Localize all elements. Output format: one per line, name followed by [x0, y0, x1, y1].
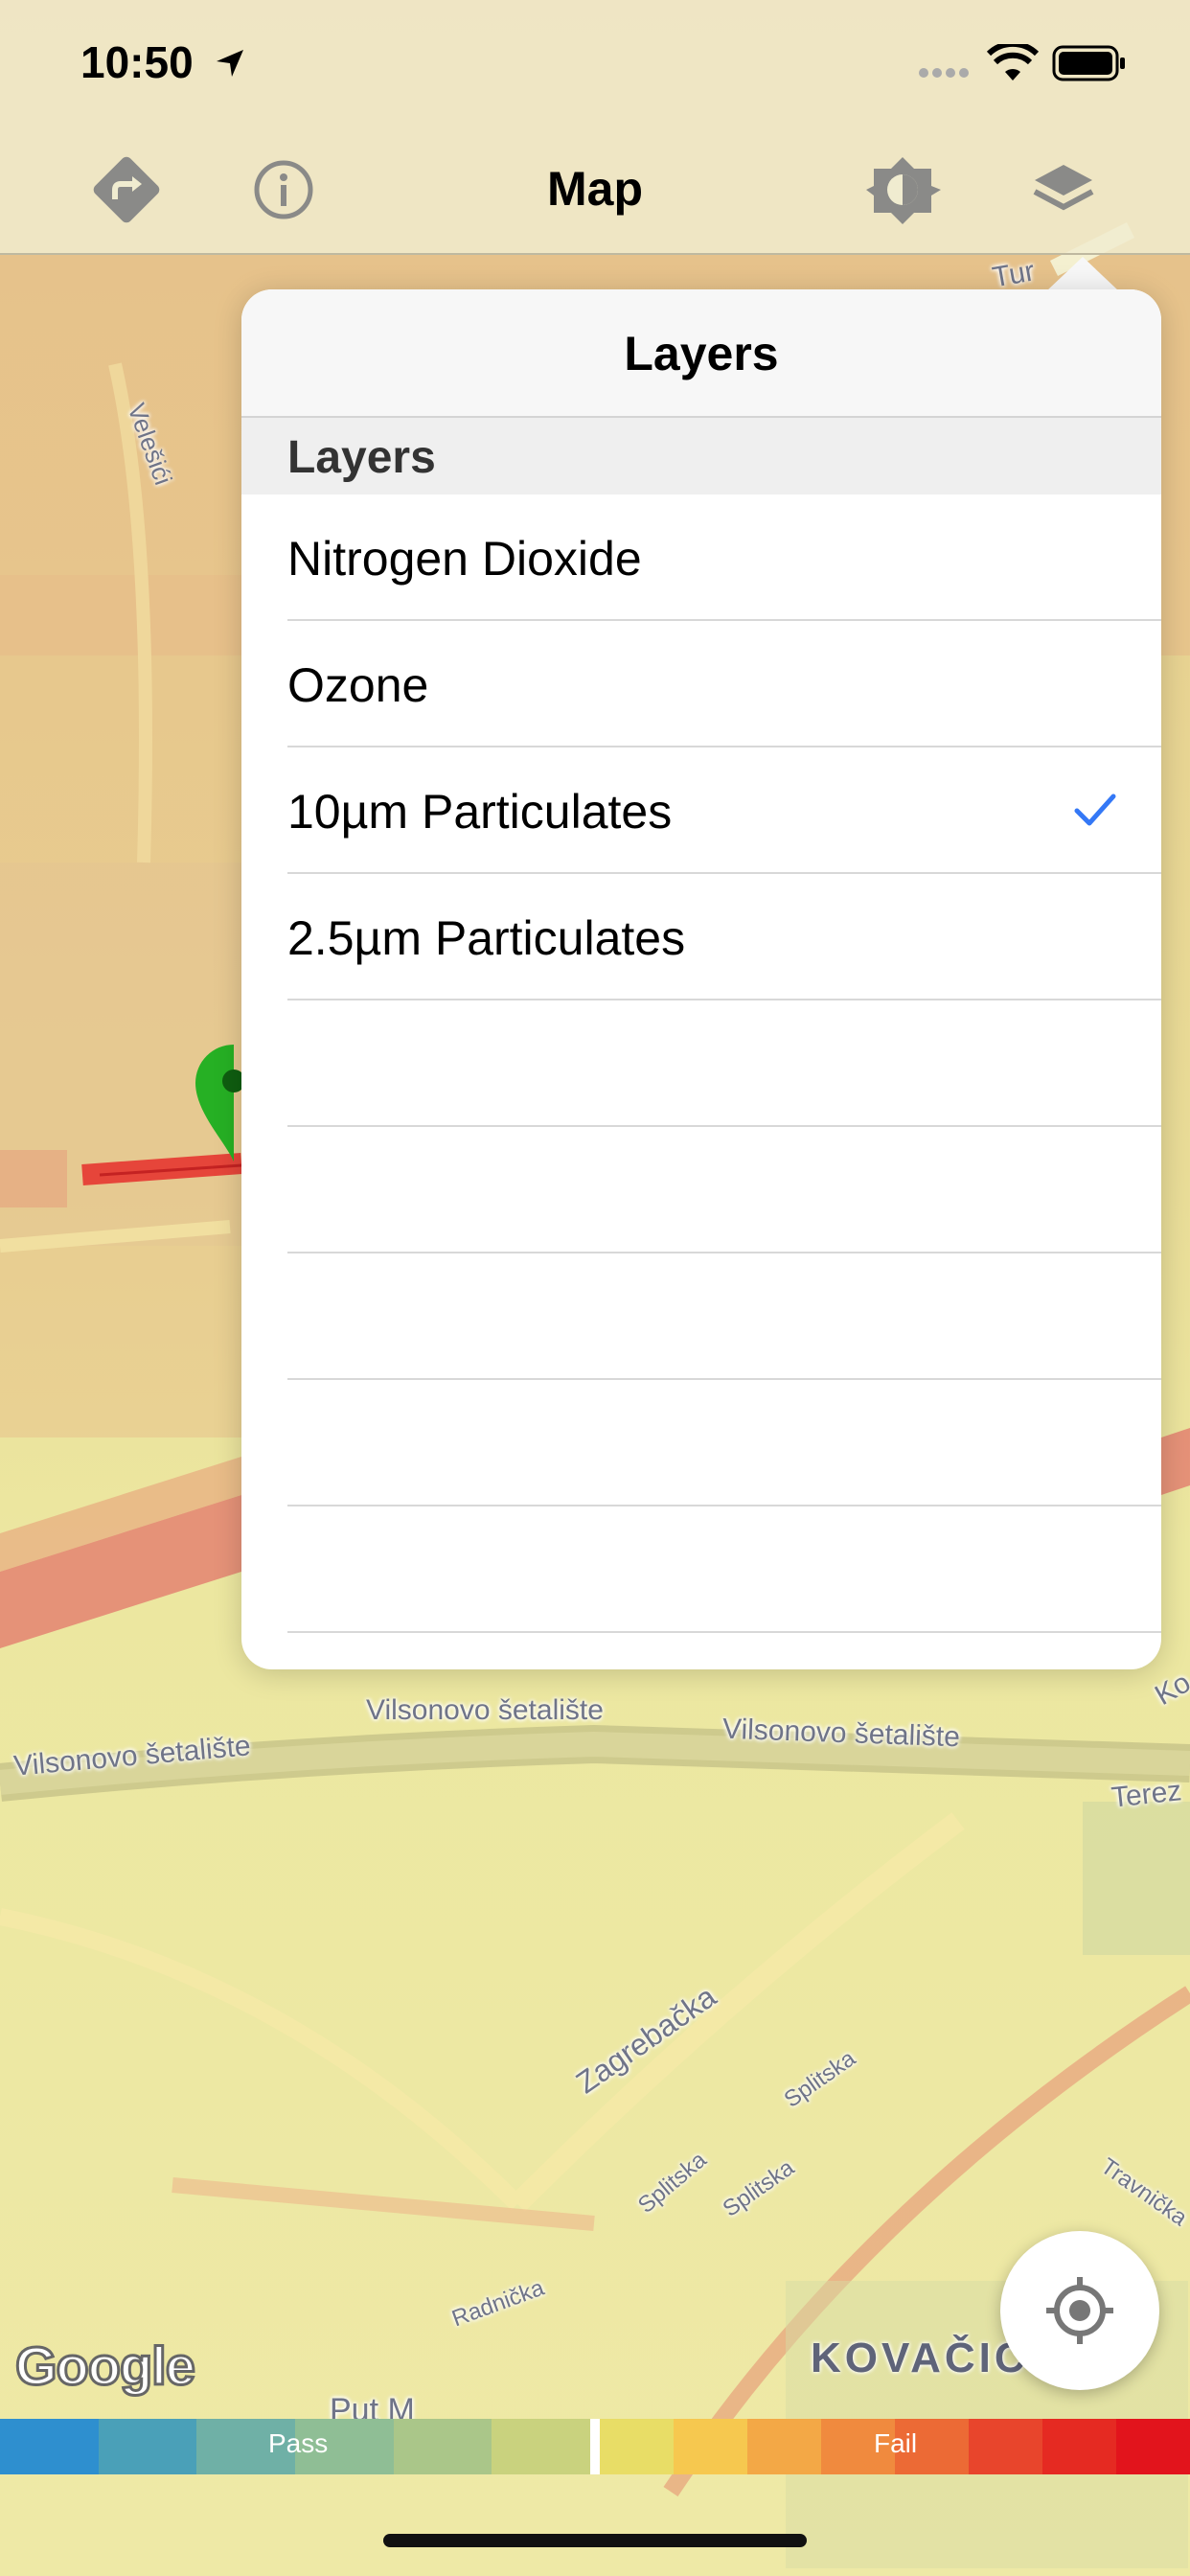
- layer-label: 2.5µm Particulates: [287, 911, 686, 965]
- legend-fail-cell: [1116, 2419, 1190, 2474]
- brightness-icon[interactable]: [864, 151, 941, 228]
- layer-row-pm25[interactable]: 2.5µm Particulates: [287, 874, 1161, 1000]
- layers-icon[interactable]: [1025, 151, 1102, 228]
- pollution-legend: Pass Fail: [0, 2419, 1190, 2474]
- layer-row-pm10[interactable]: 10µm Particulates: [287, 748, 1161, 874]
- empty-row: [287, 1254, 1161, 1380]
- popover-header: Layers: [241, 289, 1161, 418]
- location-arrow-icon: [217, 50, 243, 77]
- popover-title: Layers: [624, 327, 779, 380]
- legend-pass-cell: [0, 2419, 100, 2474]
- my-location-button[interactable]: [1000, 2231, 1159, 2390]
- battery-icon: [1052, 45, 1125, 81]
- wifi-icon: [987, 44, 1039, 80]
- district-label: KOVAČIĆ: [811, 2334, 1029, 2381]
- section-title: Layers: [287, 432, 436, 483]
- legend-fail-label: Fail: [874, 2428, 918, 2458]
- page-title: Map: [547, 162, 643, 216]
- navigation-bar: Map: [0, 126, 1190, 255]
- status-time: 10:50: [80, 37, 194, 87]
- legend-fail-cell: [674, 2419, 748, 2474]
- empty-row: [287, 1000, 1161, 1127]
- status-bar: 10:50: [0, 0, 1190, 126]
- empty-row: [287, 1506, 1161, 1633]
- legend-fail-cell: [747, 2419, 822, 2474]
- layers-popover: Layers Layers Nitrogen Dioxide Ozone 10µ…: [241, 289, 1161, 1669]
- legend-divider: [590, 2419, 600, 2474]
- legend-pass-cell: [98, 2419, 198, 2474]
- layer-row-ozone[interactable]: Ozone: [287, 621, 1161, 748]
- layer-label: 10µm Particulates: [287, 785, 673, 839]
- street-label: Vilsonovo šetalište: [366, 1694, 604, 1726]
- legend-fail-cell: [969, 2419, 1043, 2474]
- signal-dots-icon: [919, 68, 969, 78]
- layer-row-nitrogen-dioxide[interactable]: Nitrogen Dioxide: [287, 494, 1161, 621]
- empty-row: [287, 1380, 1161, 1506]
- legend-pass-label: Pass: [268, 2428, 329, 2458]
- google-logo[interactable]: Google: [14, 2334, 197, 2398]
- legend-fail-cell: [1042, 2419, 1117, 2474]
- checkmark-icon: [1074, 794, 1116, 826]
- crosshair-icon: [1046, 2277, 1113, 2344]
- layer-label: Ozone: [287, 658, 429, 712]
- legend-fail-cell: [600, 2419, 675, 2474]
- legend-pass-cell: [393, 2419, 493, 2474]
- section-header: Layers: [241, 418, 1161, 494]
- layer-label: Nitrogen Dioxide: [287, 532, 642, 586]
- empty-row: [287, 1127, 1161, 1254]
- popover-arrow: [1046, 257, 1119, 291]
- home-indicator: [383, 2534, 807, 2547]
- layers-list: Nitrogen Dioxide Ozone 10µm Particulates…: [241, 494, 1161, 1633]
- legend-pass-cell: [492, 2419, 591, 2474]
